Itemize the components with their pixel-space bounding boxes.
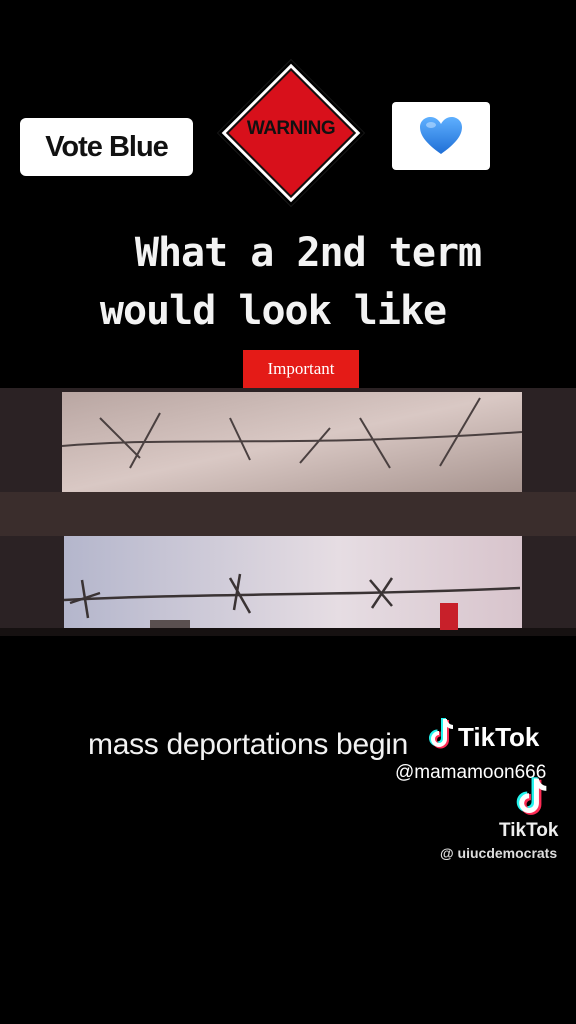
tiktok-handle-2: @ uiucdemocrats bbox=[440, 845, 558, 861]
video-frame[interactable] bbox=[0, 388, 576, 636]
warning-sign: WARNING bbox=[217, 59, 365, 207]
headline-line1: What a 2nd term bbox=[134, 230, 482, 276]
blue-heart-badge bbox=[392, 102, 490, 170]
warning-label: WARNING bbox=[246, 118, 336, 139]
important-label: Important bbox=[267, 359, 335, 378]
headline-line2: would look like bbox=[99, 288, 447, 334]
vote-blue-label: Vote Blue bbox=[45, 130, 169, 163]
tiktok-brand-1: TikTok bbox=[458, 722, 540, 752]
blue-heart-icon bbox=[420, 117, 462, 154]
tiktok-logo-icon bbox=[429, 718, 454, 749]
video-caption: mass deportations begin bbox=[88, 728, 408, 761]
barbed-wire-scene-image bbox=[0, 388, 576, 636]
headline: What a 2nd term would look like bbox=[0, 222, 576, 342]
tiktok-brand-2: TikTok bbox=[499, 820, 559, 841]
important-tag: Important bbox=[243, 350, 359, 388]
vote-blue-badge: Vote Blue bbox=[20, 118, 193, 176]
tiktok-logo-icon bbox=[516, 777, 547, 815]
